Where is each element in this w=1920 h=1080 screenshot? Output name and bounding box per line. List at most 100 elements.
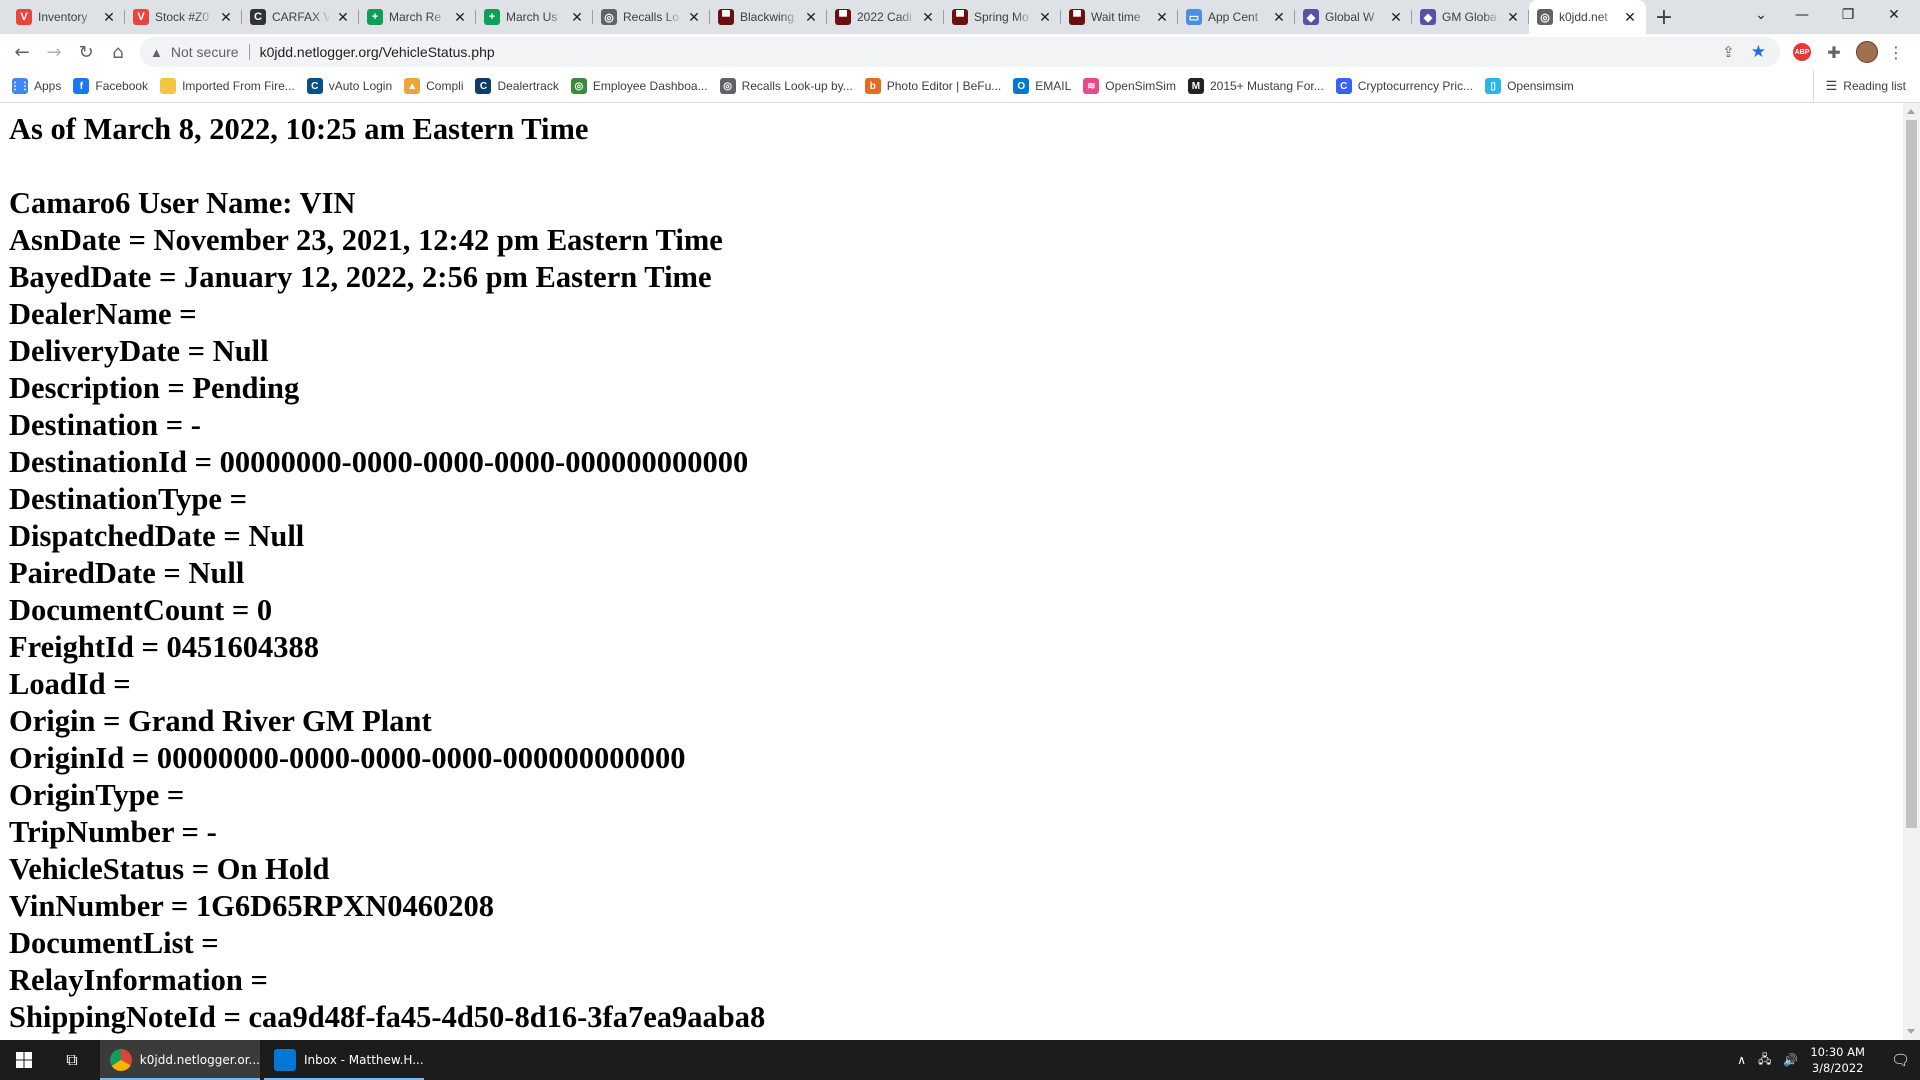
bookmark-3[interactable]: Imported From Fire... <box>160 78 295 94</box>
reload-icon[interactable]: ↻ <box>70 36 102 68</box>
cadillac-icon: ▀ <box>1069 9 1085 25</box>
volume-icon[interactable]: 🔊 <box>1783 1053 1798 1067</box>
befunky-icon: b <box>864 78 881 94</box>
taskbar-app-1[interactable]: k0jdd.netlogger.or... <box>100 1040 260 1080</box>
tab-2[interactable]: V Stock #Z0 ✕ <box>125 0 242 34</box>
close-tab-icon[interactable]: ✕ <box>1271 9 1287 26</box>
avatar[interactable] <box>1854 34 1880 70</box>
close-tab-icon[interactable]: ✕ <box>1622 9 1638 26</box>
bookmark-4[interactable]: CvAuto Login <box>306 78 392 94</box>
reading-list-label: Reading list <box>1843 79 1906 93</box>
new-tab-button[interactable]: + <box>1646 0 1682 34</box>
close-tab-icon[interactable]: ✕ <box>686 9 702 26</box>
close-tab-icon[interactable]: ✕ <box>452 9 468 26</box>
status-line: VinNumber = 1G6D65RPXN0460208 <box>9 889 495 923</box>
home-icon[interactable]: ⌂ <box>102 36 134 68</box>
status-line: DocumentList = <box>9 926 219 960</box>
bookmark-1[interactable]: ⋮⋮ Apps <box>10 78 61 94</box>
taskbar-app-label: k0jdd.netlogger.or... <box>139 1053 260 1067</box>
compli-icon: ▲ <box>404 78 421 94</box>
forward-icon[interactable]: → <box>38 36 70 68</box>
status-line: PairedDate = Null <box>9 556 245 590</box>
bookmark-8[interactable]: ◎ Recalls Look-up by... <box>719 78 853 94</box>
status-line: ShippingNoteId = caa9d48f-fa45-4d50-8d16… <box>9 1000 766 1034</box>
tab-7[interactable]: ▀ Blackwing ✕ <box>710 0 827 34</box>
cadillac-icon: ▀ <box>718 9 734 25</box>
bookmark-14[interactable]: ▯ Opensimsim <box>1485 78 1574 94</box>
menu-icon[interactable]: ⋮ <box>1886 34 1906 70</box>
tab-11[interactable]: ▭ App Cent ✕ <box>1178 0 1295 34</box>
status-line: BayedDate = January 12, 2022, 2:56 pm Ea… <box>9 260 712 294</box>
close-tab-icon[interactable]: ✕ <box>1037 9 1053 26</box>
scroll-up-icon[interactable] <box>1907 109 1915 114</box>
sheets-icon: + <box>367 9 383 25</box>
tab-8[interactable]: ▀ 2022 Cadi ✕ <box>827 0 944 34</box>
tab-5[interactable]: + March Us ✕ <box>476 0 593 34</box>
extensions-icon[interactable]: ✚ <box>1822 34 1846 70</box>
tab-search-icon[interactable]: ⌄ <box>1738 0 1784 30</box>
clock-date: 3/8/2022 <box>1811 1061 1864 1075</box>
tab-12[interactable]: ◆ Global W ✕ <box>1295 0 1412 34</box>
notifications-icon[interactable]: 🗨 <box>1891 1051 1910 1069</box>
minimize-icon[interactable]: — <box>1779 0 1825 30</box>
close-tab-icon[interactable]: ✕ <box>569 9 585 26</box>
bookmark-star-icon[interactable]: ★ <box>1751 42 1766 62</box>
tab-6[interactable]: ◎ Recalls Lo ✕ <box>593 0 710 34</box>
bookmark-label: Recalls Look-up by... <box>741 79 853 93</box>
facebook-icon: f <box>73 78 90 94</box>
bookmark-6[interactable]: C Dealertrack <box>475 78 559 94</box>
restore-icon[interactable]: ❐ <box>1825 0 1871 30</box>
bookmark-11[interactable]: ≋ OpenSimSim <box>1083 78 1176 94</box>
close-window-icon[interactable]: ✕ <box>1871 0 1917 30</box>
bookmark-12[interactable]: M 2015+ Mustang For... <box>1187 78 1324 94</box>
tab-14[interactable]: ◎ k0jdd.net ✕ <box>1529 0 1646 34</box>
show-hidden-icons-icon[interactable]: ∧ <box>1737 1053 1746 1067</box>
bookmark-7[interactable]: ◎ Employee Dashboa... <box>570 78 708 94</box>
tab-3[interactable]: C CARFAX V ✕ <box>242 0 359 34</box>
task-view-icon[interactable]: ⧉ <box>48 1040 96 1080</box>
share-icon[interactable]: ⇪ <box>1722 43 1735 61</box>
status-line: DocumentCount = 0 <box>9 593 273 627</box>
page-content: As of March 8, 2022, 10:25 am Eastern Ti… <box>0 103 1903 1040</box>
close-tab-icon[interactable]: ✕ <box>1154 9 1170 26</box>
globe-icon: ◎ <box>1537 9 1553 25</box>
close-tab-icon[interactable]: ✕ <box>218 9 234 26</box>
clock[interactable]: 10:30 AM 3/8/2022 <box>1810 1044 1865 1076</box>
tab-4[interactable]: + March Re ✕ <box>359 0 476 34</box>
url-text[interactable]: k0jdd.netlogger.org/VehicleStatus.php <box>260 44 495 60</box>
chrome-icon <box>110 1049 132 1071</box>
bookmark-5[interactable]: ▲ Compli <box>404 78 463 94</box>
bookmark-2[interactable]: f Facebook <box>73 78 148 94</box>
bookmark-10[interactable]: O EMAIL <box>1013 78 1071 94</box>
taskbar-app-2[interactable]: Inbox - Matthew.H... <box>264 1040 424 1080</box>
tab-10[interactable]: ▀ Wait time ✕ <box>1061 0 1178 34</box>
address-bar[interactable]: ▲ Not secure k0jdd.netlogger.org/Vehicle… <box>140 37 1780 67</box>
tab-13[interactable]: ◆ GM Globa ✕ <box>1412 0 1529 34</box>
globe-icon: ◎ <box>719 78 736 94</box>
reading-list-button[interactable]: ☰ Reading list <box>1812 70 1906 102</box>
gm-diamond-icon: ◆ <box>1303 9 1319 25</box>
close-tab-icon[interactable]: ✕ <box>101 9 117 26</box>
tab-9[interactable]: ▀ Spring Mo ✕ <box>944 0 1061 34</box>
close-tab-icon[interactable]: ✕ <box>1505 9 1521 26</box>
vertical-scrollbar[interactable] <box>1903 103 1920 1040</box>
bookmark-9[interactable]: b Photo Editor | BeFu... <box>864 78 1002 94</box>
start-button[interactable] <box>0 1040 48 1080</box>
close-tab-icon[interactable]: ✕ <box>803 9 819 26</box>
scroll-down-icon[interactable] <box>1907 1029 1915 1034</box>
back-icon[interactable]: ← <box>6 36 38 68</box>
close-tab-icon[interactable]: ✕ <box>335 9 351 26</box>
bookmark-13[interactable]: C Cryptocurrency Pric... <box>1335 78 1473 94</box>
windows-logo-icon <box>16 1052 32 1068</box>
status-line: Origin = Grand River GM Plant <box>9 704 432 738</box>
bookmark-label: Photo Editor | BeFu... <box>886 79 1002 93</box>
vauto-icon: V <box>133 9 149 25</box>
vauto-icon: V <box>16 9 32 25</box>
outlook-icon <box>274 1049 296 1071</box>
tab-1[interactable]: V Inventory ✕ <box>8 0 125 34</box>
close-tab-icon[interactable]: ✕ <box>1388 9 1404 26</box>
close-tab-icon[interactable]: ✕ <box>920 9 936 26</box>
network-icon[interactable]: 🖧 <box>1758 1050 1771 1071</box>
scrollbar-thumb[interactable] <box>1906 120 1917 828</box>
adblock-icon[interactable]: ABP <box>1790 34 1814 70</box>
